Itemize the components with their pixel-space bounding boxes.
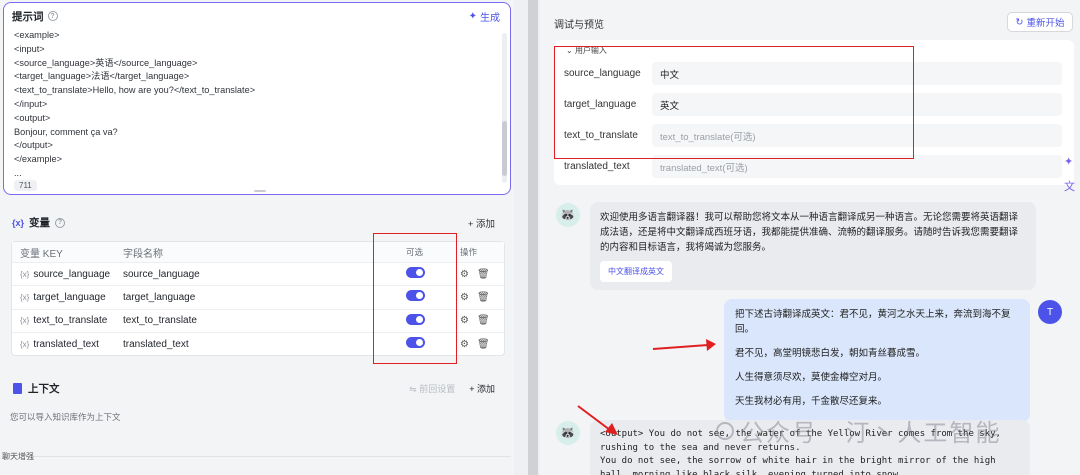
variable-field-name: source_language (123, 268, 200, 280)
annotation-arrow (577, 405, 618, 435)
user-message-line: 天生我材必有用，千金散尽还复来。 (735, 396, 888, 407)
variable-field-name: text_to_translate (123, 315, 197, 327)
prompt-textarea[interactable]: <example> <input> <source_language>英语</sou… (14, 29, 504, 177)
add-variable-button[interactable]: + 添加 (468, 216, 495, 230)
trash-icon[interactable]: 🗑 (477, 292, 490, 303)
user-avatar: T (1038, 300, 1062, 324)
prompt-line: Bonjour, comment ça va? (14, 126, 118, 137)
context-section: 上下文 ⇋ 前回设置 + 添加 您可以导入知识库作为上下文 (3, 373, 511, 433)
context-hint: 您可以导入知识库作为上下文 (10, 412, 121, 422)
settings-icon[interactable]: ⚙ (460, 339, 469, 350)
bot-avatar: 🦝 (556, 203, 580, 227)
prompt-scrollbar-thumb[interactable] (502, 121, 507, 176)
char-count-badge: 711 (14, 180, 37, 191)
generate-button[interactable]: ✦ 生成 (469, 9, 500, 24)
trash-icon[interactable]: 🗑 (477, 315, 490, 326)
variable-icon: {x} (12, 217, 25, 228)
prompt-line: <text_to_translate>Hello, how are you?</… (14, 85, 256, 96)
context-header: 上下文 (13, 381, 60, 396)
preview-title: 调试与预览 (554, 20, 604, 31)
watermark: 公众号 · 汀丶人工智能 (716, 413, 1001, 448)
resize-handle[interactable] (254, 190, 266, 192)
variable-key: text_to_translate (33, 315, 108, 327)
translate-icon[interactable]: 文 (1064, 178, 1075, 194)
trash-icon[interactable]: 🗑 (477, 339, 490, 350)
chat-enhance-label: 聊天增强 (2, 452, 34, 461)
annotation-box-optional (373, 233, 457, 364)
document-icon (13, 383, 22, 394)
wechat-icon (716, 421, 734, 440)
prompt-line: </input> (14, 98, 48, 109)
variable-field-name: translated_text (123, 338, 189, 350)
variable-bracket-icon: {x} (20, 316, 30, 326)
variables-header: {x} 变量 ? (12, 215, 66, 230)
variable-key: target_language (33, 291, 106, 303)
prompt-line: </example> (14, 154, 63, 165)
prompt-line: <source_language>英语</source_language> (14, 57, 198, 68)
prompt-line: <input> (14, 43, 45, 54)
user-message-line: 把下述古诗翻译成英文：君不见，黄河之水天上来，奔流到海不复回。 (735, 309, 1011, 335)
bot-welcome-text: 欢迎使用多语言翻译器！我可以帮助您将文本从一种语言翻译成另一种语言。无论您需要将… (600, 212, 1019, 253)
user-message-line: 君不见，高堂明镜悲白发，朝如青丝暮成雪。 (735, 348, 926, 359)
variable-bracket-icon: {x} (20, 292, 30, 302)
sparkle-icon: ✦ (468, 10, 477, 22)
variable-field-name: target_language (123, 291, 196, 303)
section-divider (34, 456, 511, 457)
bot-message: 欢迎使用多语言翻译器！我可以帮助您将文本从一种语言翻译成另一种语言。无论您需要将… (590, 202, 1036, 290)
side-toolbar: ✦ 文 (1064, 155, 1075, 194)
settings-icon[interactable]: ⚙ (460, 315, 469, 326)
prompt-line: ... (14, 167, 22, 177)
prompt-line: <example> (14, 30, 60, 40)
context-settings-button[interactable]: ⇋ 前回设置 (409, 382, 455, 395)
user-message: 把下述古诗翻译成英文：君不见，黄河之水天上来，奔流到海不复回。君不见，高堂明镜悲… (724, 299, 1030, 422)
prompt-title: 提示词 ? (12, 9, 58, 24)
restart-button[interactable]: ↻ 重新开始 (1007, 12, 1073, 32)
variable-bracket-icon: {x} (20, 269, 30, 279)
panel-splitter[interactable] (528, 0, 538, 475)
annotation-box-user-input (554, 46, 914, 159)
refresh-icon: ↻ (1015, 16, 1024, 28)
settings-icon[interactable]: ⚙ (460, 292, 469, 303)
add-context-button[interactable]: + 添加 (469, 382, 495, 395)
prompt-line: </output> (14, 140, 53, 151)
help-icon[interactable]: ? (47, 11, 58, 21)
bot-output-line: You do not see, the sorrow of white hair… (600, 456, 996, 475)
suggestion-chip[interactable]: 中文翻译成英文 (600, 261, 672, 282)
annotation-arrow (652, 339, 716, 351)
prompt-line: <output> (14, 112, 51, 123)
variable-key: source_language (33, 268, 111, 280)
sparkle-icon[interactable]: ✦ (1064, 155, 1075, 168)
prompt-line: <target_language>法语</target_language> (14, 71, 190, 82)
user-message-line: 人生得意须尽欢，莫使金樽空对月。 (735, 372, 888, 383)
prompt-card[interactable]: 提示词 ? ✦ 生成 <example> <input> <source_langu… (3, 2, 511, 195)
settings-icon[interactable]: ⚙ (460, 269, 469, 280)
trash-icon[interactable]: 🗑 (477, 269, 490, 280)
input-label: translated_text (564, 161, 630, 172)
variable-bracket-icon: {x} (20, 339, 30, 349)
help-icon[interactable]: ? (55, 217, 66, 228)
variable-key: translated_text (33, 338, 99, 350)
